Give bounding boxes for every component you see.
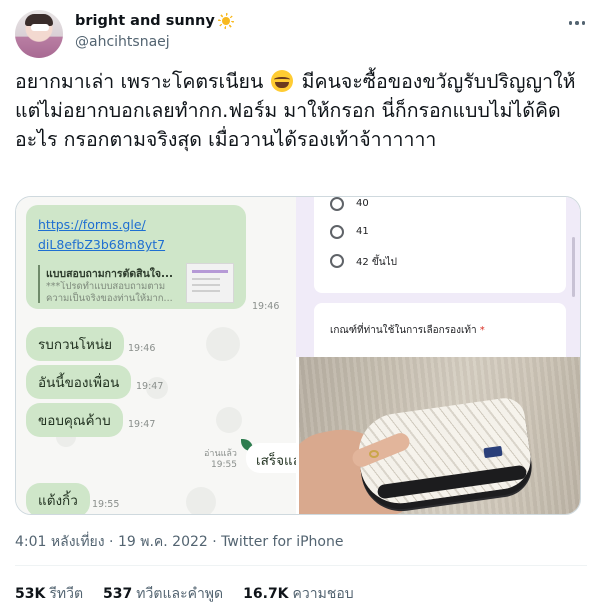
chat-message: ขอบคุณค้าบ [26, 403, 123, 437]
sun-icon [218, 13, 234, 29]
read-receipt: อ่านแล้ว 19:55 [204, 449, 237, 470]
chat-message-outgoing: เสร็จแล [246, 443, 296, 473]
link-preview[interactable]: แบบสอบถามการตัดสินใจ... ***โปรดทำแบบสอบถ… [38, 261, 238, 305]
radio-option-label: 42 ขึ้นไป [356, 257, 397, 268]
chat-time: 19:47 [128, 419, 156, 430]
form-screenshot[interactable]: 40 41 42 ขึ้นไป เกณฑ์ที่ท่านใช้ในการเลือ… [296, 197, 580, 363]
link-preview-thumbnail [186, 263, 234, 303]
tweet-header: bright and sunny @ahcihtsnaej [15, 10, 590, 58]
tweet-text-part1: อยากมาเล่า เพราะโคตรเนียน [15, 70, 270, 93]
link-preview-description: ***โปรดทำแบบสอบถามตาม ความเป็นจริงของท่า… [46, 281, 173, 304]
radio-button[interactable] [330, 197, 344, 211]
chat-link-bubble: https://forms.gle/ diL8efbZ3b68m8yt7 แบบ… [26, 205, 246, 309]
chat-time: 19:55 [92, 499, 120, 510]
form-options-card: 40 41 42 ขึ้นไป [314, 197, 566, 293]
link-preview-title: แบบสอบถามการตัดสินใจ... [46, 268, 174, 280]
chat-time: 19:46 [128, 343, 156, 354]
likes-stat[interactable]: 16.7K ความชอบ [243, 583, 354, 605]
chat-time: 19:47 [136, 381, 164, 392]
chat-message: แต้งกิ้ว [26, 483, 90, 514]
quote-tweets-stat[interactable]: 537 ทวีตและคำพูด [103, 583, 223, 605]
tweet-date[interactable]: 19 พ.ค. 2022 [118, 534, 208, 550]
radio-button[interactable] [330, 225, 344, 239]
retweets-stat[interactable]: 53K รีทวีต [15, 583, 83, 605]
author-name[interactable]: bright and sunny [75, 13, 234, 29]
chat-screenshot[interactable]: https://forms.gle/ diL8efbZ3b68m8yt7 แบบ… [16, 197, 296, 514]
form-question: เกณฑ์ที่ท่านใช้ในการเลือกรองเท้า * [330, 325, 485, 336]
tweet-meta: 4:01 หลังเที่ยง · 19 พ.ค. 2022 · Twitter… [15, 534, 344, 550]
face-with-tears-of-joy-icon [271, 70, 294, 92]
tweet-source[interactable]: Twitter for iPhone [221, 534, 343, 550]
ring [369, 450, 379, 458]
avatar[interactable] [15, 10, 63, 58]
scrollbar[interactable] [572, 237, 575, 297]
form-link-line2[interactable]: diL8efbZ3b68m8yt7 [38, 235, 165, 255]
tweet-media[interactable]: https://forms.gle/ diL8efbZ3b68m8yt7 แบบ… [15, 196, 581, 515]
author-name-text[interactable]: bright and sunny [75, 13, 215, 29]
more-options-icon[interactable] [566, 14, 588, 32]
radio-button[interactable] [330, 254, 344, 268]
form-link[interactable]: https://forms.gle/ diL8efbZ3b68m8yt7 [38, 215, 165, 255]
tweet-stats: 53K รีทวีต 537 ทวีตและคำพูด 16.7K ความชอบ [15, 582, 354, 606]
chat-message: อันนี้ของเพื่อน [26, 365, 132, 399]
tweet-text: อยากมาเล่า เพราะโคตรเนียน มีคนจะซื้อของข… [15, 67, 587, 154]
radio-option-label: 40 [356, 198, 369, 209]
chat-message: รบกวนโหน่ย [26, 327, 125, 361]
divider [15, 565, 587, 566]
form-question-card: เกณฑ์ที่ท่านใช้ในการเลือกรองเท้า * [314, 303, 566, 363]
radio-option-label: 41 [356, 226, 369, 237]
sandal-photo[interactable] [299, 357, 580, 514]
tweet-time[interactable]: 4:01 หลังเที่ยง [15, 534, 105, 550]
avatar-eye-mask [31, 24, 49, 31]
form-link-line1[interactable]: https://forms.gle/ [38, 215, 165, 235]
author-handle[interactable]: @ahcihtsnaej [75, 34, 170, 50]
chat-time: 19:46 [252, 301, 280, 312]
